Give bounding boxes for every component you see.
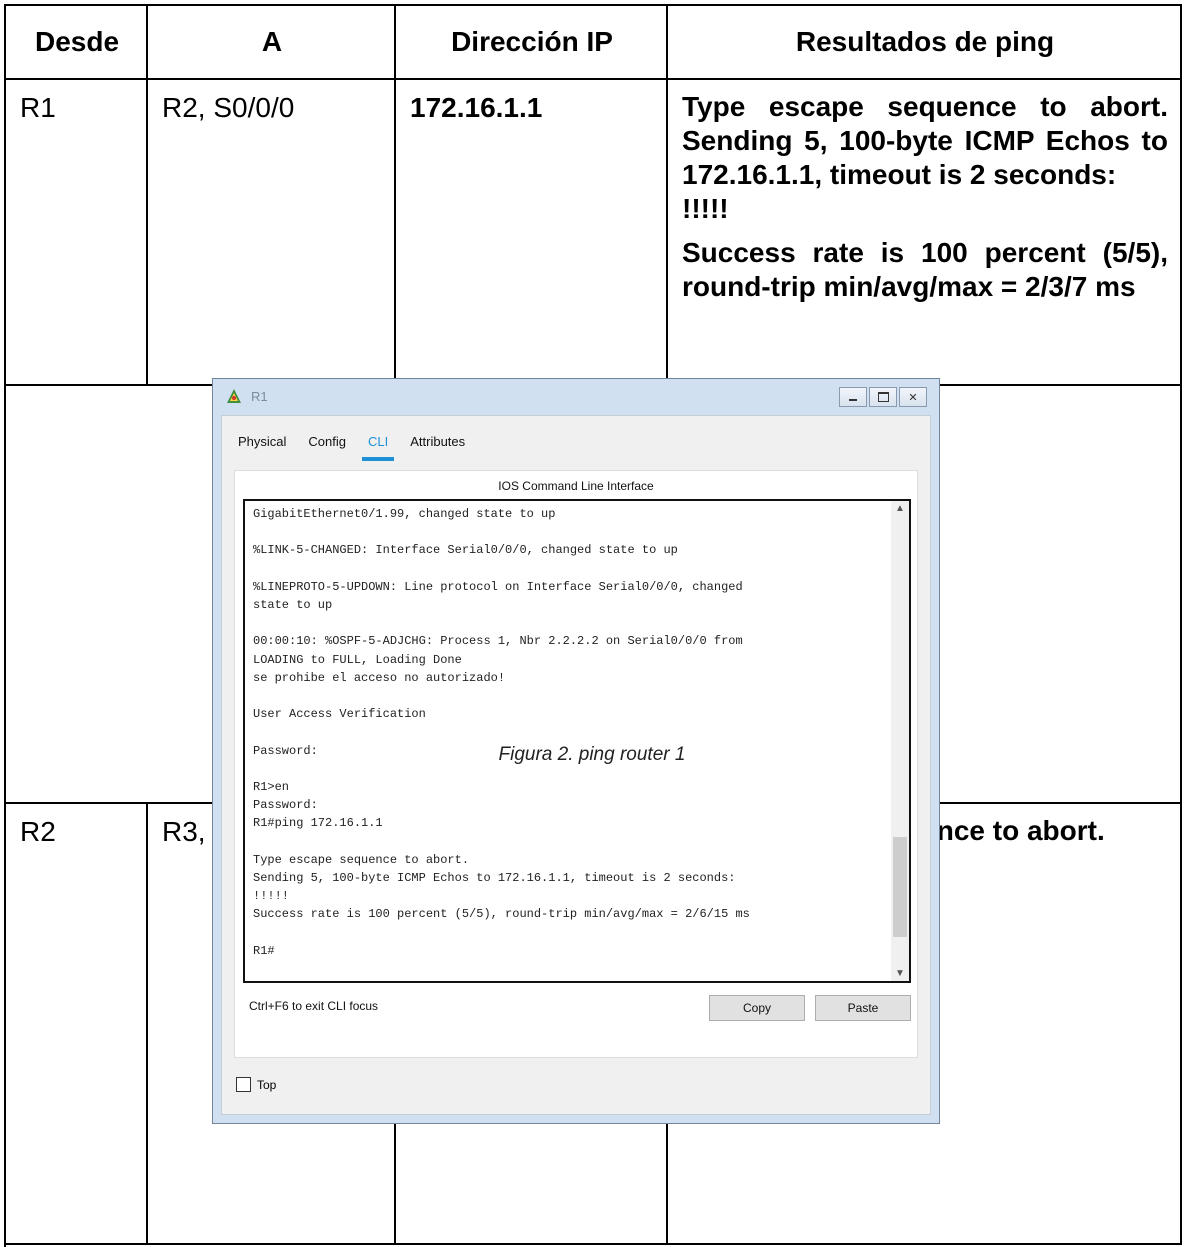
console-output[interactable]: GigabitEthernet0/1.99, changed state to … xyxy=(245,501,909,960)
tab-config[interactable]: Config xyxy=(308,434,346,455)
row1-result: Type escape sequence to abort. Sending 5… xyxy=(668,80,1182,386)
row1-ip: 172.16.1.1 xyxy=(396,80,668,386)
top-checkbox[interactable]: Top xyxy=(236,1077,276,1092)
scroll-down-icon[interactable]: ▼ xyxy=(891,968,909,979)
window-titlebar[interactable]: R1 ✕ xyxy=(213,379,939,415)
window-controls: ✕ xyxy=(837,387,927,407)
top-label: Top xyxy=(257,1077,277,1092)
header-desde: Desde xyxy=(6,6,148,80)
row1-a: R2, S0/0/0 xyxy=(148,80,396,386)
row1-result-line3: Success rate is 100 percent (5/5), round… xyxy=(682,237,1168,302)
copy-button[interactable]: Copy xyxy=(709,995,805,1021)
row2-desde: R2 xyxy=(6,804,148,1245)
header-ip: Dirección IP xyxy=(396,6,668,80)
maximize-button[interactable] xyxy=(869,387,897,407)
paste-button[interactable]: Paste xyxy=(815,995,911,1021)
cli-console[interactable]: GigabitEthernet0/1.99, changed state to … xyxy=(243,499,911,983)
scroll-thumb[interactable] xyxy=(893,837,907,937)
tab-cli[interactable]: CLI xyxy=(361,434,395,461)
cli-focus-hint: Ctrl+F6 to exit CLI focus xyxy=(249,999,379,1013)
close-icon: ✕ xyxy=(908,391,918,404)
row1-result-line2: !!!!! xyxy=(682,193,729,224)
header-results: Resultados de ping xyxy=(668,6,1182,80)
window-title: R1 xyxy=(251,389,268,404)
tab-attributes[interactable]: Attributes xyxy=(410,434,465,455)
checkbox-box[interactable] xyxy=(236,1077,251,1092)
row1-result-line1: Type escape sequence to abort. Sending 5… xyxy=(682,91,1168,190)
maximize-icon xyxy=(877,392,889,402)
figure-caption: Figura 2. ping router 1 xyxy=(498,744,686,765)
close-button[interactable]: ✕ xyxy=(899,387,927,407)
minimize-button[interactable] xyxy=(839,387,867,407)
row1-desde: R1 xyxy=(6,80,148,386)
console-scrollbar[interactable]: ▲ ▼ xyxy=(891,501,909,981)
tab-physical[interactable]: Physical xyxy=(238,434,286,455)
panel-title: IOS Command Line Interface xyxy=(498,479,654,493)
minimize-icon xyxy=(849,399,857,401)
router-app-icon xyxy=(227,389,241,403)
header-a: A xyxy=(148,6,396,80)
scroll-up-icon[interactable]: ▲ xyxy=(891,503,909,514)
tab-bar: Physical Config CLI Attributes xyxy=(238,434,487,461)
